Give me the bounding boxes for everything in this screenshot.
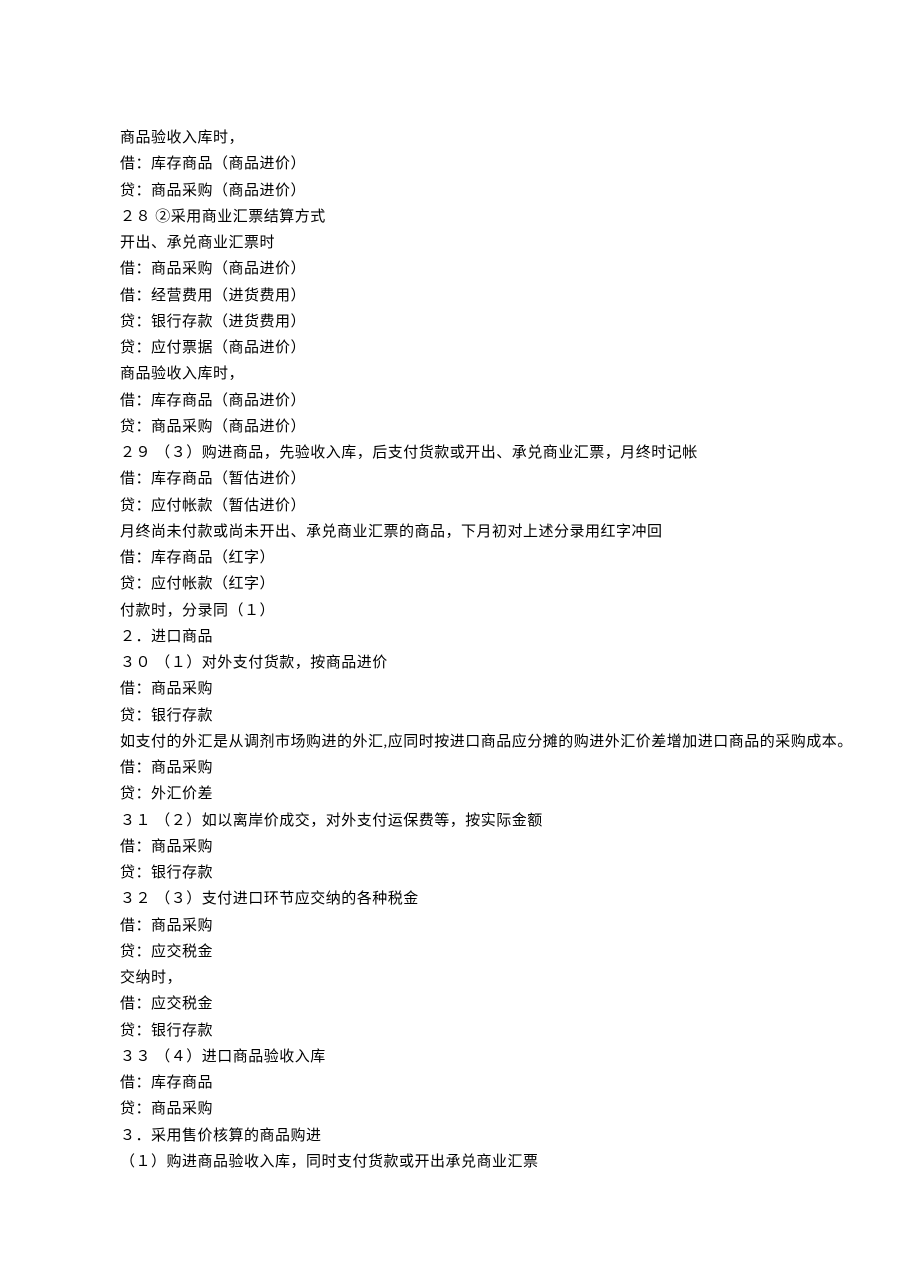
text-line: 付款时，分录同（１） [120, 598, 800, 624]
text-line: 贷：银行存款 [120, 860, 800, 886]
text-line: ３０ （１）对外支付货款，按商品进价 [120, 650, 800, 676]
text-line: 贷：银行存款（进货费用） [120, 309, 800, 335]
text-line: 借：商品采购（商品进价） [120, 256, 800, 282]
text-line: 借：库存商品 [120, 1070, 800, 1096]
text-line: 贷：商品采购 [120, 1096, 800, 1122]
text-line: 借：商品采购 [120, 755, 800, 781]
text-line: ３．采用售价核算的商品购进 [120, 1123, 800, 1149]
document-content: 商品验收入库时， 借：库存商品（商品进价） 贷：商品采购（商品进价） ２８ ②采… [120, 125, 800, 1175]
text-line: 借：库存商品（红字） [120, 545, 800, 571]
text-line: 借：商品采购 [120, 676, 800, 702]
text-line: 贷：应付票据（商品进价） [120, 335, 800, 361]
text-line: 贷：商品采购（商品进价） [120, 414, 800, 440]
text-line: 贷：应付帐款（暂估进价） [120, 493, 800, 519]
text-line: 开出、承兑商业汇票时 [120, 230, 800, 256]
text-line: ２．进口商品 [120, 624, 800, 650]
text-line: 交纳时， [120, 965, 800, 991]
text-line: 贷：外汇价差 [120, 781, 800, 807]
text-line: 借：经营费用（进货费用） [120, 283, 800, 309]
text-line: 借：商品采购 [120, 913, 800, 939]
text-line: 借：库存商品（商品进价） [120, 151, 800, 177]
text-line: 贷：商品采购（商品进价） [120, 178, 800, 204]
text-line: 借：应交税金 [120, 991, 800, 1017]
text-line: ３３ （４）进口商品验收入库 [120, 1044, 800, 1070]
text-line: 如支付的外汇是从调剂市场购进的外汇,应同时按进口商品应分摊的购进外汇价差增加进口… [120, 729, 800, 755]
text-line: 月终尚未付款或尚未开出、承兑商业汇票的商品，下月初对上述分录用红字冲回 [120, 519, 800, 545]
text-line: ３１ （２）如以离岸价成交，对外支付运保费等，按实际金额 [120, 808, 800, 834]
text-line: 商品验收入库时， [120, 361, 800, 387]
text-line: （１）购进商品验收入库，同时支付货款或开出承兑商业汇票 [120, 1149, 800, 1175]
text-line: 贷：应交税金 [120, 939, 800, 965]
text-line: 借：商品采购 [120, 834, 800, 860]
text-line: 借：库存商品（商品进价） [120, 388, 800, 414]
text-line: 商品验收入库时， [120, 125, 800, 151]
text-line: 贷：应付帐款（红字） [120, 571, 800, 597]
text-line: ３２ （３）支付进口环节应交纳的各种税金 [120, 886, 800, 912]
text-line: 借：库存商品（暂估进价） [120, 466, 800, 492]
text-line: ２９ （３）购进商品，先验收入库，后支付货款或开出、承兑商业汇票，月终时记帐 [120, 440, 800, 466]
text-line: ２８ ②采用商业汇票结算方式 [120, 204, 800, 230]
text-line: 贷：银行存款 [120, 703, 800, 729]
text-line: 贷：银行存款 [120, 1018, 800, 1044]
